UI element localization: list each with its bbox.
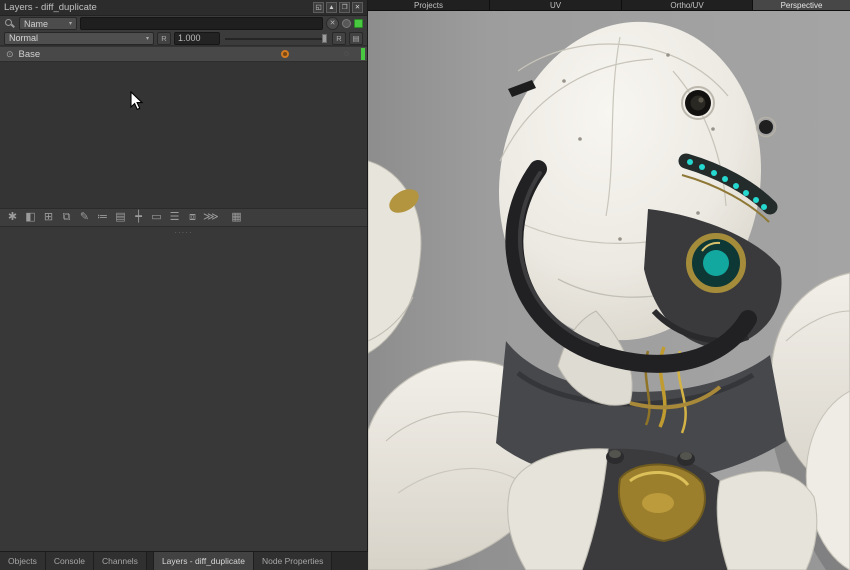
add-procedural-icon[interactable]: ◧: [23, 210, 38, 225]
blend-mode-select[interactable]: Normal ▾: [4, 32, 154, 45]
clear-search-icon[interactable]: ✕: [326, 17, 339, 30]
selected-layer-strip: [361, 48, 365, 60]
application-window: Layers - diff_duplicate ◱ ▲ ❐ ✕ Name ▾ ✕…: [0, 0, 850, 570]
robot-eye: [682, 87, 714, 119]
layer-search-bar: Name ▾ ✕: [0, 16, 367, 31]
tab-layers[interactable]: Layers - diff_duplicate: [153, 552, 254, 570]
layers-palette: Layers - diff_duplicate ◱ ▲ ❐ ✕ Name ▾ ✕…: [0, 0, 368, 570]
layer-stack-icon[interactable]: ☰: [167, 210, 182, 225]
palette-titlebar[interactable]: Layers - diff_duplicate ◱ ▲ ❐ ✕: [0, 0, 367, 16]
merge-layers-icon[interactable]: ┿: [131, 210, 146, 225]
maximize-icon[interactable]: ❐: [339, 2, 350, 13]
add-group-icon[interactable]: ▤: [113, 210, 128, 225]
blend-amount-field[interactable]: [174, 32, 220, 45]
palette-lower-area: ·····: [0, 227, 367, 551]
shader-slot-icon: ◌: [344, 49, 349, 58]
add-adjustment-icon[interactable]: ✱: [5, 210, 20, 225]
chevron-down-icon: ▾: [146, 35, 149, 42]
transfer-layer-icon[interactable]: ⧈: [185, 210, 200, 225]
collapse-icon[interactable]: ▲: [326, 2, 337, 13]
layer-search-input[interactable]: [80, 17, 323, 30]
search-field-select[interactable]: Name ▾: [19, 17, 77, 30]
layer-row-base[interactable]: ⊙ Base ◌: [0, 47, 367, 62]
slider-groove: [225, 38, 327, 40]
tab-ortho-uv-view[interactable]: Ortho/UV: [622, 0, 753, 10]
tab-console[interactable]: Console: [46, 552, 94, 570]
status-green-indicator: [354, 19, 363, 28]
viewport-tab-bar: Projects UV Ortho/UV Perspective: [368, 0, 850, 11]
palette-window-controls: ◱ ▲ ❐ ✕: [313, 2, 363, 13]
cache-status-icon: [281, 50, 289, 58]
splitter-handle[interactable]: ·····: [174, 230, 192, 236]
blend-mode-value: Normal: [9, 33, 38, 43]
palette-bottom-tabs: Objects Console Channels Layers - diff_d…: [0, 551, 368, 570]
chevron-down-icon: ▾: [69, 20, 72, 27]
reset-slider-button[interactable]: R: [332, 32, 346, 45]
search-icon: [4, 18, 16, 30]
robot-render: [368, 11, 850, 570]
tab-node-properties[interactable]: Node Properties: [254, 552, 332, 570]
layer-name: Base: [19, 49, 41, 60]
layer-toolbar: ✱ ◧ ⊞ ⧉ ✎ ≔ ▤ ┿ ▭ ☰ ⧈ ⋙ ▦: [0, 208, 367, 227]
layer-list[interactable]: ⊙ Base ◌: [0, 46, 367, 208]
teal-lens: [703, 250, 729, 276]
tab-objects[interactable]: Objects: [0, 552, 46, 570]
3d-viewport[interactable]: Projects UV Ortho/UV Perspective: [368, 0, 850, 570]
tab-uv-view[interactable]: UV: [490, 0, 622, 10]
share-layer-icon[interactable]: ⋙: [203, 210, 218, 225]
close-icon[interactable]: ✕: [352, 2, 363, 13]
add-paint-layer-icon[interactable]: ⊞: [41, 210, 56, 225]
blend-amount-slider[interactable]: [223, 32, 329, 45]
tab-channels[interactable]: Channels: [94, 552, 147, 570]
detach-icon[interactable]: ◱: [313, 2, 324, 13]
visibility-icon[interactable]: ⊙: [6, 49, 14, 60]
add-filter-icon[interactable]: ≔: [95, 210, 110, 225]
tab-perspective-view[interactable]: Perspective: [753, 0, 850, 10]
edit-properties-icon[interactable]: ✎: [77, 210, 92, 225]
layer-grid-icon[interactable]: ▦: [229, 210, 244, 225]
slider-handle[interactable]: [322, 34, 327, 43]
viewport-canvas[interactable]: [368, 11, 850, 570]
palette-title: Layers - diff_duplicate: [4, 2, 97, 13]
tab-projects-view[interactable]: Projects: [368, 0, 490, 10]
blend-mode-bar: Normal ▾ R R ▤: [0, 31, 367, 46]
search-field-value: Name: [24, 19, 48, 29]
duplicate-layer-icon[interactable]: ⧉: [59, 210, 74, 225]
mouse-cursor: [130, 91, 144, 111]
filter-swatch-icon[interactable]: [342, 19, 351, 28]
slider-menu-icon[interactable]: ▤: [349, 32, 363, 45]
flatten-layers-icon[interactable]: ▭: [149, 210, 164, 225]
reset-amount-button[interactable]: R: [157, 32, 171, 45]
side-sensor: [757, 118, 776, 137]
